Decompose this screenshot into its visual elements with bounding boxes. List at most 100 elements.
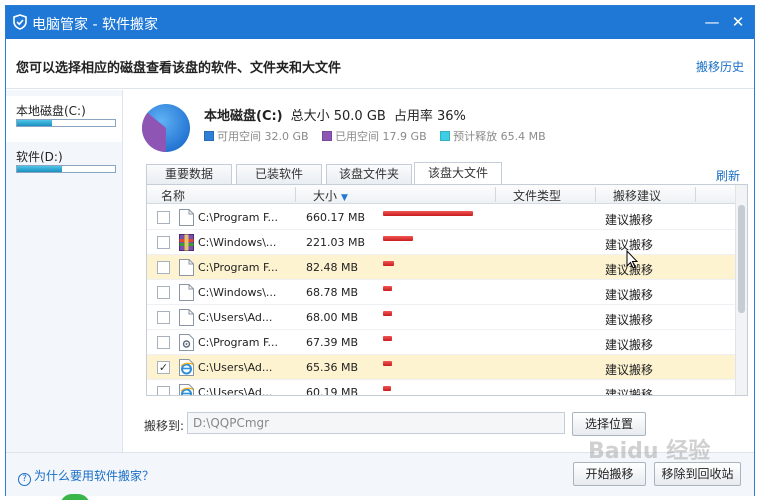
column-header-advice[interactable]: 搬移建议 <box>613 187 661 204</box>
column-divider <box>495 187 496 202</box>
disk-usage-bar <box>16 165 116 173</box>
disk-pie-icon <box>142 104 190 152</box>
ie-file-icon <box>179 384 194 395</box>
legend-label: 已用空间 17.9 GB <box>335 130 427 143</box>
refresh-link[interactable]: 刷新 <box>716 167 740 184</box>
column-header-size-label: 大小 <box>313 189 338 203</box>
move-advice: 建议搬移 <box>605 213 654 227</box>
tab-large-files[interactable]: 该盘大文件 <box>414 162 502 184</box>
main-content: 本地磁盘(C:) 总大小 50.0 GB 占用率 36% 可用空间 32.0 GB … <box>124 90 754 452</box>
legend-release: 预计释放 65.4 MB <box>440 130 546 143</box>
legend-label: 可用空间 32.0 GB <box>217 130 309 143</box>
move-advice: 建议搬移 <box>605 388 654 396</box>
disk-legend: 可用空间 32.0 GB 已用空间 17.9 GB 预计释放 65.4 MB <box>204 128 556 144</box>
app-window: 电脑管家 - 软件搬家 — ✕ 您可以选择相应的磁盘查看该盘的软件、文件夹和大文… <box>5 5 755 496</box>
disk-name: 本地磁盘(C:) <box>204 109 283 124</box>
table-row[interactable]: C:\Users\Ad... 60.19 MB 建议搬移 <box>147 380 735 396</box>
why-move-help-link[interactable]: ? 为什么要用软件搬家？ <box>18 467 154 486</box>
file-size: 67.39 MB <box>306 336 359 349</box>
file-icon <box>179 259 194 276</box>
size-bar <box>383 361 392 366</box>
title-bar: 电脑管家 - 软件搬家 — ✕ <box>6 6 754 39</box>
move-advice: 建议搬移 <box>605 313 654 327</box>
file-path: C:\Program F... <box>198 211 279 224</box>
legend-swatch <box>322 131 333 141</box>
disk-usage-fill <box>17 120 53 126</box>
row-checkbox[interactable] <box>157 336 170 349</box>
row-checkbox[interactable] <box>157 261 170 274</box>
table-row[interactable]: C:\Users\Ad... 68.00 MB 建议搬移 <box>147 305 735 330</box>
file-path: C:\Windows\... <box>198 236 277 249</box>
file-path: C:\Users\Ad... <box>198 386 273 396</box>
size-bar <box>383 286 392 291</box>
baidu-watermark: Baidu 经验 <box>588 439 711 464</box>
tab-bar: 重要数据 已装软件 该盘文件夹 该盘大文件 <box>146 162 732 184</box>
column-header-type[interactable]: 文件类型 <box>513 187 561 204</box>
row-checkbox[interactable] <box>157 286 170 299</box>
legend-swatch <box>440 131 451 141</box>
window-title: 电脑管家 - 软件搬家 <box>32 17 158 33</box>
minimize-button[interactable]: — <box>702 12 722 32</box>
column-header-name[interactable]: 名称 <box>161 187 185 204</box>
question-icon: ? <box>18 473 31 486</box>
close-button[interactable]: ✕ <box>728 12 748 32</box>
settings-file-icon <box>179 334 194 351</box>
table-row[interactable]: C:\Windows\... 68.78 MB 建议搬移 <box>147 280 735 305</box>
column-divider <box>695 187 696 202</box>
disk-usage-text: 占用率 36% <box>393 109 466 124</box>
row-checkbox[interactable] <box>157 211 170 224</box>
legend-free: 可用空间 32.0 GB <box>204 130 309 143</box>
legend-label: 预计释放 65.4 MB <box>453 130 546 143</box>
size-bar <box>383 336 392 341</box>
sidebar-item-disk-c[interactable]: 本地磁盘(C:) <box>6 96 122 142</box>
size-bar <box>383 386 391 391</box>
help-link-label: 为什么要用软件搬家？ <box>34 469 155 483</box>
start-move-button[interactable]: 开始搬移 <box>573 462 646 486</box>
file-size: 68.78 MB <box>306 286 359 299</box>
file-path: C:\Users\Ad... <box>198 311 273 324</box>
sort-desc-icon: ▼ <box>341 193 348 203</box>
tab-installed-software[interactable]: 已装软件 <box>236 164 322 184</box>
table-scrollbar[interactable] <box>735 185 747 395</box>
row-checkbox-checked[interactable]: ✓ <box>157 361 170 374</box>
sidebar-item-disk-d[interactable]: 软件(D:) <box>6 142 122 188</box>
size-bar <box>383 311 392 316</box>
move-to-label: 搬移到: <box>144 419 185 433</box>
row-checkbox[interactable] <box>157 386 170 395</box>
tab-disk-folders[interactable]: 该盘文件夹 <box>326 164 412 184</box>
move-advice: 建议搬移 <box>605 363 654 377</box>
size-bar <box>383 211 473 216</box>
mouse-cursor-icon <box>626 250 639 269</box>
move-advice: 建议搬移 <box>605 288 654 302</box>
sidebar-item-label: 本地磁盘(C:) <box>16 104 86 118</box>
legend-used: 已用空间 17.9 GB <box>322 130 427 143</box>
column-divider <box>595 187 596 202</box>
row-checkbox[interactable] <box>157 311 170 324</box>
file-path: C:\Program F... <box>198 261 279 274</box>
size-bar <box>383 261 394 266</box>
move-to-recycle-bin-button[interactable]: 移除到回收站 <box>654 462 741 486</box>
table-header: 名称 大小 ▼ 文件类型 搬移建议 <box>147 185 735 204</box>
ie-file-icon <box>179 359 194 376</box>
archive-icon <box>179 234 194 251</box>
table-row[interactable]: C:\Program F... 660.17 MB 建议搬移 <box>147 205 735 230</box>
file-size: 82.48 MB <box>306 261 359 274</box>
disk-total: 总大小 50.0 GB <box>290 109 386 124</box>
tab-important-data[interactable]: 重要数据 <box>146 164 232 184</box>
table-row[interactable]: C:\Program F... 67.39 MB 建议搬移 <box>147 330 735 355</box>
header-band: 您可以选择相应的磁盘查看该盘的软件、文件夹和大文件 搬移历史 <box>6 39 754 89</box>
table-row[interactable]: C:\Windows\... 221.03 MB 建议搬移 <box>147 230 735 255</box>
move-destination-field[interactable]: D:\QQPCmgr <box>187 412 565 434</box>
header-description: 您可以选择相应的磁盘查看该盘的软件、文件夹和大文件 <box>16 61 342 76</box>
file-path: C:\Windows\... <box>198 286 277 299</box>
row-checkbox[interactable] <box>157 236 170 249</box>
table-row[interactable]: C:\Program F... 82.48 MB 建议搬移 <box>147 255 735 280</box>
file-icon <box>179 284 194 301</box>
file-size: 68.00 MB <box>306 311 359 324</box>
table-row[interactable]: ✓ C:\Users\Ad... 65.36 MB 建议搬移 <box>147 355 735 380</box>
column-divider <box>295 187 296 202</box>
column-header-size[interactable]: 大小 ▼ <box>313 187 348 204</box>
file-icon <box>179 309 194 326</box>
scrollbar-thumb[interactable] <box>738 205 745 313</box>
move-history-link[interactable]: 搬移历史 <box>696 58 744 75</box>
